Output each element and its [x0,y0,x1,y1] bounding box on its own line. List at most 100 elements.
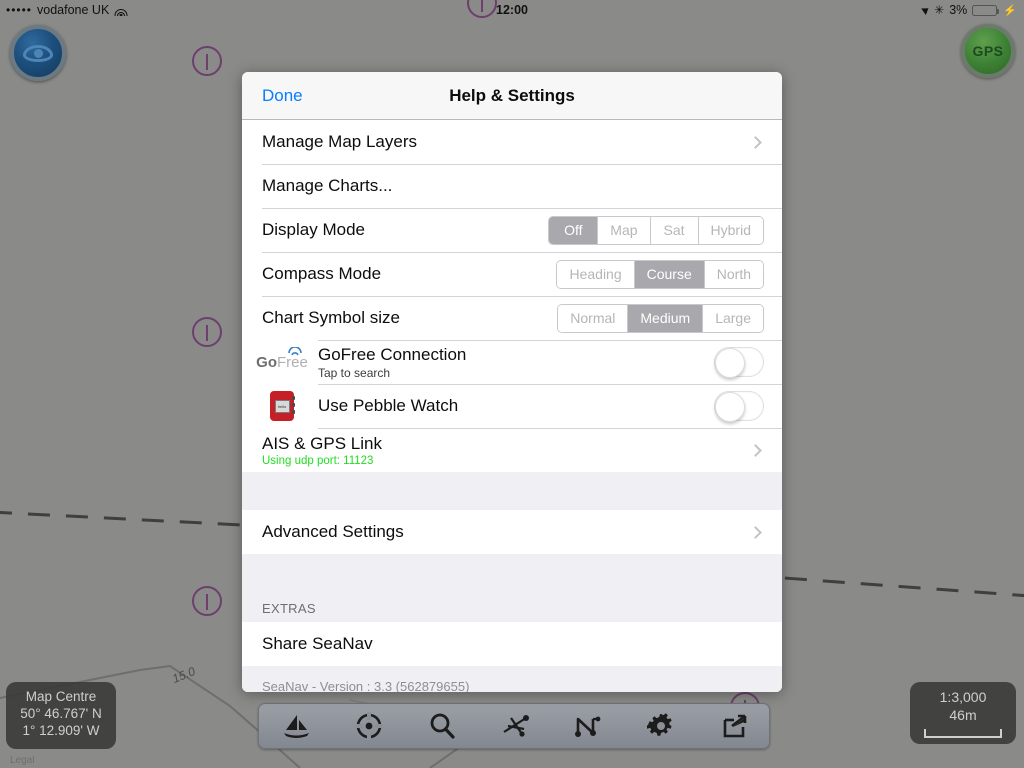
route-icon [574,716,600,737]
row-label: Chart Symbol size [262,308,400,327]
legal-link[interactable]: Legal [10,755,34,766]
pebble-watch-icon: hello [262,389,302,423]
warning-circle-icon [192,317,222,347]
status-bar: ••••• vodafone UK 12:00 ✳ 3% ⚡ [0,0,1024,20]
crosshair-icon [354,712,383,740]
row-sublabel: Tap to search [318,365,391,380]
battery-percent-label: 3% [949,3,968,17]
map-centre-longitude: 1° 12.909' W [22,722,100,738]
row-label: GoFree Connection [318,344,467,364]
vessel-button[interactable] [259,704,332,748]
gps-button-label: GPS [972,43,1004,59]
toolbar-group-vessel [259,704,405,748]
help-settings-modal: Done Help & Settings Manage Map Layers M… [242,72,782,692]
wifi-arcs-icon [288,346,302,355]
chevron-right-icon [749,443,762,457]
row-label: Manage Charts... [262,176,393,195]
segment-medium[interactable]: Medium [627,304,703,332]
map-centre-latitude: 50° 46.767' N [20,705,102,721]
display-mode-segmented-control[interactable]: Off Map Sat Hybrid [548,215,764,245]
gofree-text-block: GoFree Connection Tap to search [318,345,714,380]
sailboat-icon [283,715,309,738]
toolbar-group-settings [624,704,770,748]
row-ais-gps-link[interactable]: AIS & GPS Link Using udp port: 11123 [242,428,782,472]
chart-symbol-size-segmented-control[interactable]: Normal Medium Large [557,303,764,333]
section-gap [242,554,782,586]
scale-distance: 46m [949,706,977,723]
pebble-watch-toggle[interactable] [714,391,764,422]
center-on-location-button[interactable] [332,704,405,748]
row-manage-charts[interactable]: Manage Charts... [242,164,782,208]
segment-heading[interactable]: Heading [557,260,634,288]
share-button[interactable] [697,704,770,748]
row-manage-map-layers[interactable]: Manage Map Layers [242,120,782,164]
toolbar-group-tools [405,704,624,748]
lightning-bolt-icon: ⚡ [1003,4,1017,17]
row-label: Share SeaNav [262,634,373,653]
segment-course[interactable]: Course [633,260,704,288]
advanced-section: Advanced Settings [242,510,782,554]
gps-status-button[interactable]: GPS [961,24,1015,78]
segment-map[interactable]: Map [597,216,650,244]
version-note: SeaNav - Version : 3.3 (562879655) [242,666,782,692]
row-label: AIS & GPS Link [262,433,382,453]
gear-icon [646,713,672,736]
search-button[interactable] [405,704,478,748]
gofree-logo-icon: GoFree [256,345,308,379]
row-chart-symbol-size[interactable]: Chart Symbol size Normal Medium Large [242,296,782,340]
section-gap [242,472,782,510]
modal-title: Help & Settings [449,85,575,105]
map-scale-panel: 1:3,000 46m [910,682,1016,744]
row-compass-mode[interactable]: Compass Mode Heading Course North [242,252,782,296]
segment-off[interactable]: Off [549,216,598,244]
eye-icon [23,44,53,62]
battery-icon [972,4,1000,16]
row-share-seanav[interactable]: Share SeaNav [242,622,782,666]
waypoint-button[interactable] [478,704,551,748]
chevron-right-icon [749,135,762,149]
warning-circle-icon [192,586,222,616]
share-icon [723,714,746,738]
row-sublabel: Using udp port: 11123 [262,454,374,467]
map-centre-title: Map Centre [25,689,97,704]
segment-hybrid[interactable]: Hybrid [697,216,763,244]
scale-ratio: 1:3,000 [939,689,987,705]
bluetooth-icon: ✳ [934,3,945,17]
extras-section: Share SeaNav [242,622,782,666]
ais-gps-text-block: AIS & GPS Link Using udp port: 11123 [262,434,751,467]
row-pebble-watch[interactable]: hello Use Pebble Watch [242,384,782,428]
row-label: Compass Mode [262,264,382,283]
done-button[interactable]: Done [262,86,303,106]
settings-list: Manage Map Layers Manage Charts... Displ… [242,120,782,472]
segment-sat[interactable]: Sat [649,216,698,244]
segment-large[interactable]: Large [702,304,763,332]
search-icon [430,713,455,739]
map-centre-panel: Map Centre 50° 46.767' N 1° 12.909' W [6,682,116,749]
location-arrow-icon [921,5,931,15]
row-label: Advanced Settings [262,522,404,541]
app-root: 15.0 ••••• vodafone UK 12:00 ✳ 3% ⚡ GPS … [0,0,1024,768]
segment-normal[interactable]: Normal [558,304,628,332]
gofree-connection-toggle[interactable] [714,347,764,378]
row-gofree-connection[interactable]: GoFree GoFree Connection Tap to search [242,340,782,384]
route-button[interactable] [551,704,624,748]
status-bar-right: ✳ 3% ⚡ [921,0,1017,20]
scale-bar-graphic [924,729,1002,738]
status-bar-clock: 12:00 [496,3,528,17]
gofree-logo-bold: Go [256,353,277,371]
row-display-mode[interactable]: Display Mode Off Map Sat Hybrid [242,208,782,252]
compass-mode-segmented-control[interactable]: Heading Course North [556,259,764,289]
modal-header: Done Help & Settings [242,72,782,120]
segment-north[interactable]: North [703,260,763,288]
row-label: Use Pebble Watch [318,396,459,415]
bottom-toolbar [258,703,770,749]
eye-visibility-button[interactable] [10,25,66,81]
settings-button[interactable] [624,704,697,748]
warning-circle-icon [192,46,222,76]
chevron-right-icon [749,525,762,539]
extras-section-header: EXTRAS [242,586,782,622]
row-label: Manage Map Layers [262,132,417,151]
row-advanced-settings[interactable]: Advanced Settings [242,510,782,554]
waypoint-icon [502,715,529,737]
row-label: Display Mode [262,220,365,239]
